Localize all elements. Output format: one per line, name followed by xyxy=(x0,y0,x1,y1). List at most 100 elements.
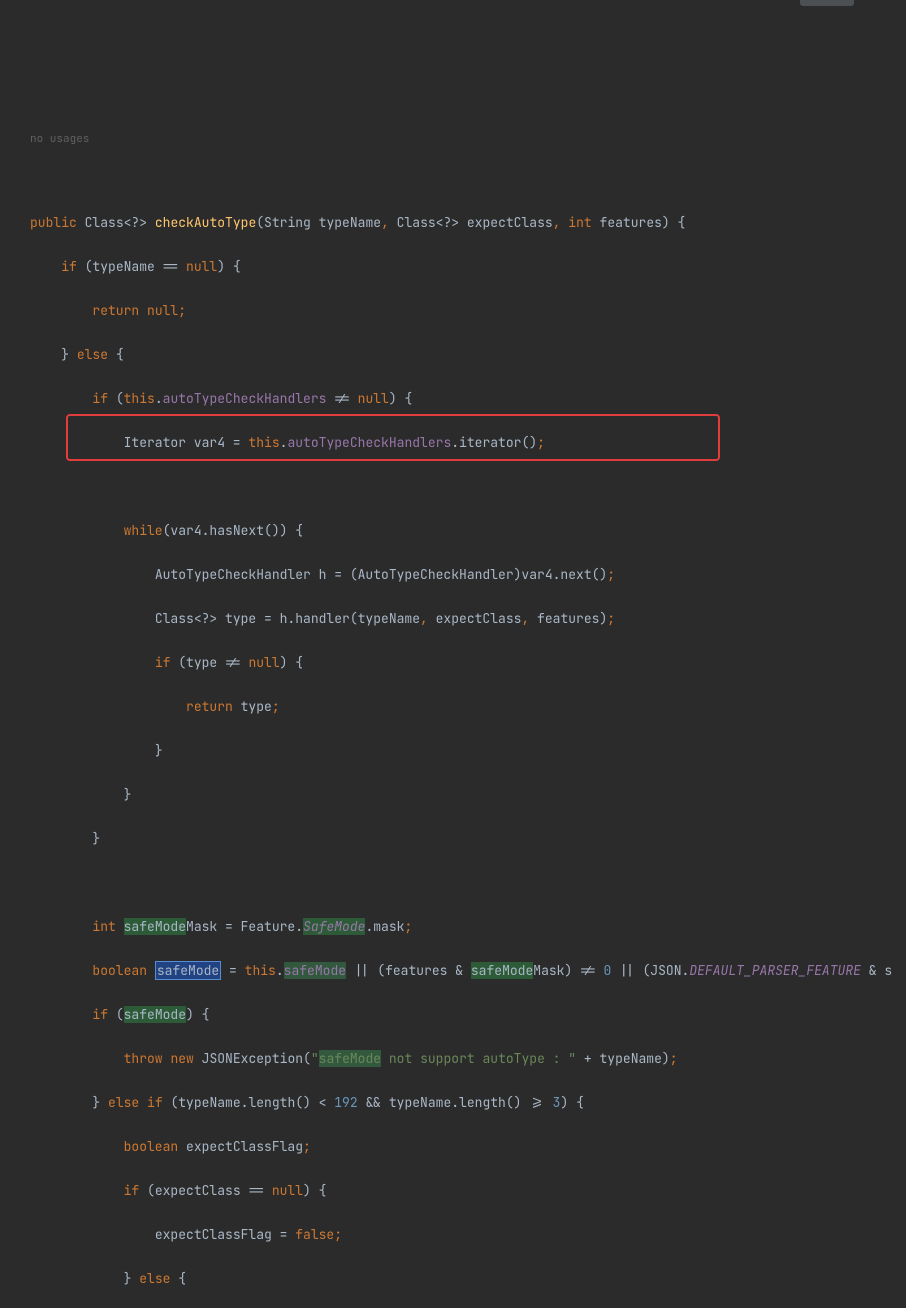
arg: features) xyxy=(537,610,607,627)
keyword-if: if xyxy=(61,258,77,275)
semicolon: ; xyxy=(607,610,615,627)
brace: ) { xyxy=(560,1094,583,1111)
number: 0 xyxy=(603,962,611,979)
params: (String typeName xyxy=(256,214,381,231)
code-editor[interactable]: public Class<?> checkAutoType(String typ… xyxy=(0,190,906,1308)
semicolon: ; xyxy=(178,302,186,319)
brace: } xyxy=(92,1094,100,1111)
code: || (features & xyxy=(346,962,471,979)
field: autoTypeCheckHandlers xyxy=(163,390,327,407)
code: Mask) != xyxy=(533,962,603,979)
number: 192 xyxy=(334,1094,357,1111)
keyword-else-if: else if xyxy=(108,1094,163,1111)
code: .mask xyxy=(365,918,404,935)
param: Class<?> expectClass xyxy=(397,214,553,231)
semicolon: ; xyxy=(303,1138,311,1155)
cond: (expectClass == xyxy=(139,1182,272,1199)
highlighted-field: safeMode xyxy=(284,962,346,979)
keyword-while: while xyxy=(124,522,163,539)
comma: , xyxy=(420,610,436,627)
highlighted: safeMode xyxy=(471,962,533,979)
brace: ) { xyxy=(280,654,303,671)
brace: { xyxy=(178,1270,186,1287)
brace: ) { xyxy=(217,258,240,275)
semicolon: ; xyxy=(334,1226,342,1243)
keyword-else: else xyxy=(77,346,108,363)
code: AutoTypeCheckHandler h = (AutoTypeCheckH… xyxy=(155,566,607,583)
keyword-int: int xyxy=(92,918,115,935)
constant: DEFAULT_PARSER_FEATURE xyxy=(689,962,861,979)
dot: . xyxy=(155,390,163,407)
keyword-null: null xyxy=(358,390,389,407)
code: || (JSON. xyxy=(611,962,689,979)
keyword-null: null xyxy=(186,258,217,275)
op: != xyxy=(326,390,357,407)
code: & s xyxy=(861,962,892,979)
comma: , xyxy=(381,214,397,231)
keyword-new: new xyxy=(170,1050,193,1067)
brace: } xyxy=(155,742,163,759)
param: features) { xyxy=(600,214,686,231)
brace: ) { xyxy=(303,1182,326,1199)
var: expectClassFlag xyxy=(186,1138,303,1155)
keyword-boolean: boolean xyxy=(124,1138,179,1155)
brace: { xyxy=(116,346,124,363)
keyword-int: int xyxy=(568,214,591,231)
code: = xyxy=(221,962,244,979)
brace: ) { xyxy=(186,1006,209,1023)
cond: (type != xyxy=(170,654,248,671)
keyword-if: if xyxy=(92,390,108,407)
code: Mask = Feature. xyxy=(186,918,303,935)
code: type xyxy=(233,698,272,715)
semicolon: ; xyxy=(272,698,280,715)
comma: , xyxy=(553,214,569,231)
keyword-return: return xyxy=(186,698,233,715)
keyword-this: this xyxy=(245,962,276,979)
type: Class<?> xyxy=(85,214,147,231)
brace: ) { xyxy=(389,390,412,407)
keyword-return: return xyxy=(92,302,139,319)
code: + typeName) xyxy=(576,1050,670,1067)
string: not support autoType : " xyxy=(381,1050,576,1067)
highlighted: safeMode xyxy=(124,1006,186,1023)
arg: expectClass xyxy=(436,610,522,627)
semicolon: ; xyxy=(404,918,412,935)
keyword-null: null xyxy=(248,654,279,671)
cond: (typeName == xyxy=(77,258,186,275)
class: JSONException( xyxy=(202,1050,311,1067)
brace: } xyxy=(124,1270,132,1287)
keyword-throw: throw xyxy=(124,1050,163,1067)
brace: } xyxy=(92,830,100,847)
string-highlighted: safeMode xyxy=(319,1050,381,1067)
semicolon: ; xyxy=(607,566,615,583)
keyword-boolean: boolean xyxy=(92,962,147,979)
dot: . xyxy=(276,962,284,979)
keyword-public: public xyxy=(30,214,77,231)
cond: (typeName.length() < xyxy=(163,1094,335,1111)
cond: && typeName.length() >= xyxy=(358,1094,553,1111)
highlighted-selected: safeMode xyxy=(155,961,221,980)
keyword-this: this xyxy=(124,390,155,407)
keyword-if: if xyxy=(92,1006,108,1023)
number: 3 xyxy=(553,1094,561,1111)
keyword-false: false xyxy=(295,1226,334,1243)
method-name: checkAutoType xyxy=(155,214,256,231)
field-italic: SafeMode xyxy=(303,918,365,935)
cond: (var4.hasNext()) { xyxy=(163,522,303,539)
toolbar-button[interactable] xyxy=(800,0,854,6)
code: Class<?> type = h.handler(typeName xyxy=(155,610,420,627)
code: = xyxy=(272,1226,295,1243)
keyword-null: null xyxy=(272,1182,303,1199)
semicolon: ; xyxy=(537,434,545,451)
keyword-this: this xyxy=(248,434,279,451)
var: expectClassFlag xyxy=(155,1226,272,1243)
keyword-else: else xyxy=(139,1270,170,1287)
usages-hint: no usages xyxy=(0,132,906,146)
semicolon: ; xyxy=(670,1050,678,1067)
comma: , xyxy=(521,610,537,627)
keyword-if: if xyxy=(124,1182,140,1199)
brace: } xyxy=(124,786,132,803)
string: " xyxy=(311,1050,319,1067)
brace: } xyxy=(61,346,69,363)
highlighted: safeMode xyxy=(124,918,186,935)
